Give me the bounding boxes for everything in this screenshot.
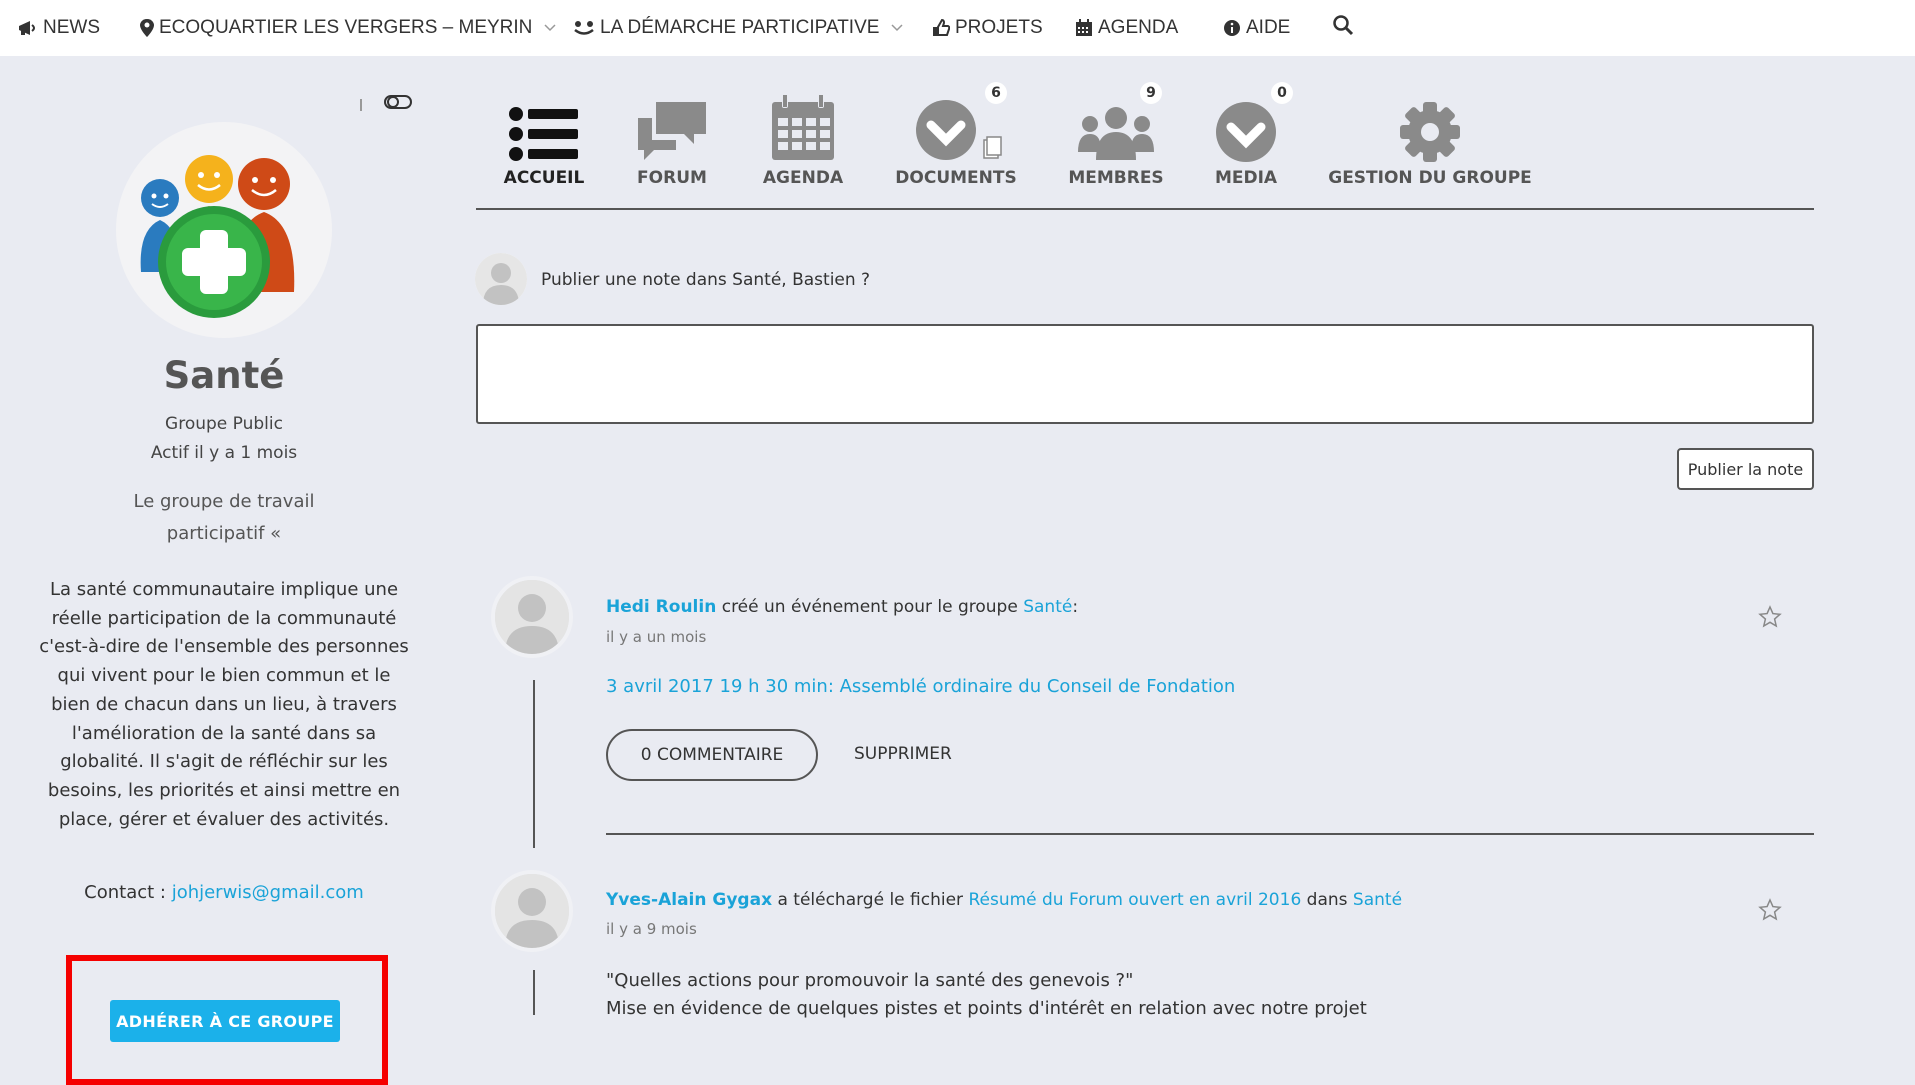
toggle-icon[interactable] (384, 94, 412, 114)
nav-ecoquartier-label: ECOQUARTIER LES VERGERS – MEYRIN (159, 17, 533, 38)
group-last-active: Actif il y a 1 mois (150, 443, 298, 463)
activity-header: Yves-Alain Gygax a téléchargé le fichier… (606, 890, 1402, 910)
health-group-logo-icon (140, 155, 295, 318)
tab-agenda-label: AGENDA (762, 168, 844, 188)
chevron-down-icon (544, 24, 556, 32)
activity-timestamp: il y a un mois (606, 628, 707, 646)
nav-agenda-label: AGENDA (1098, 17, 1179, 38)
nav-news-label: NEWS (43, 17, 100, 38)
activity-content-line: "Quelles actions pour promouvoir la sant… (606, 970, 1134, 991)
nav-projets[interactable]: PROJETS (932, 17, 1043, 39)
chevron-down-icon (891, 24, 903, 32)
favorite-star-icon[interactable] (1758, 605, 1782, 633)
favorite-star-icon[interactable] (1758, 898, 1782, 926)
tab-media[interactable]: 0 MEDIA (1208, 78, 1293, 188)
tabs-divider (476, 208, 1814, 210)
nav-aide-label: AIDE (1246, 17, 1291, 38)
activity-user-avatar[interactable] (491, 870, 573, 952)
calendar-icon (770, 78, 836, 162)
calendar-icon (1075, 19, 1093, 37)
tab-documents-label: DOCUMENTS (895, 168, 1017, 188)
group-type: Groupe Public (165, 414, 283, 434)
activity-timestamp: il y a 9 mois (606, 920, 697, 938)
list-icon (508, 78, 580, 162)
nav-ecoquartier[interactable]: ECOQUARTIER LES VERGERS – MEYRIN (140, 17, 556, 39)
tab-accueil-label: ACCUEIL (503, 168, 585, 188)
members-icon: 9 (1076, 78, 1162, 162)
tab-gestion[interactable]: GESTION DU GROUPE (1328, 78, 1532, 188)
tab-gestion-label: GESTION DU GROUPE (1328, 168, 1532, 188)
group-avatar (116, 122, 332, 338)
tab-forum-label: FORUM (637, 168, 707, 188)
activity-content-line: Mise en évidence de quelques pistes et p… (606, 998, 1367, 1019)
activity-in-text: dans (1301, 890, 1353, 910)
search-icon (1332, 14, 1354, 42)
activity-timeline-line (533, 970, 535, 1015)
delete-button[interactable]: SUPPRIMER (854, 744, 952, 764)
tab-membres[interactable]: 9 MEMBRES (1068, 78, 1164, 188)
divider (360, 99, 362, 111)
join-group-button[interactable]: ADHÉRER À CE GROUPE (110, 1000, 340, 1042)
event-link[interactable]: 3 avril 2017 19 h 30 min: Assemblé ordin… (606, 676, 1235, 697)
activity-user-link[interactable]: Hedi Roulin (606, 597, 716, 617)
tab-membres-label: MEMBRES (1068, 168, 1164, 188)
nav-news[interactable]: NEWS (18, 17, 100, 39)
group-sidebar: Santé Groupe Public Actif il y a 1 mois … (0, 56, 460, 1085)
activity-header: Hedi Roulin créé un événement pour le gr… (606, 597, 1078, 617)
activity-action-text: a téléchargé le fichier (772, 890, 969, 910)
group-description: La santé communautaire implique une réel… (39, 579, 409, 830)
group-name: Santé (163, 354, 285, 397)
activity-user-link[interactable]: Yves-Alain Gygax (606, 890, 772, 910)
map-marker-icon (140, 19, 154, 37)
top-navigation: NEWS ECOQUARTIER LES VERGERS – MEYRIN LA… (0, 0, 1915, 56)
thumbs-up-icon (932, 19, 950, 37)
publish-note-button[interactable]: Publier la note (1677, 448, 1814, 490)
tab-forum[interactable]: FORUM (630, 78, 714, 188)
user-placeholder-icon (495, 874, 569, 948)
info-icon (1223, 19, 1241, 37)
chat-bubbles-icon (636, 78, 708, 162)
activity-divider (606, 833, 1814, 835)
contact-email-link[interactable]: johjerwis@gmail.com (172, 882, 364, 903)
megaphone-icon (18, 20, 38, 36)
nav-agenda[interactable]: AGENDA (1075, 17, 1178, 39)
group-contact: Contact : johjerwis@gmail.com (0, 882, 448, 903)
activity-action-text: créé un événement pour le groupe (716, 597, 1024, 617)
tab-media-label: MEDIA (1214, 168, 1278, 188)
activity-suffix: : (1072, 597, 1079, 617)
documents-count-badge: 6 (985, 82, 1007, 104)
tab-documents[interactable]: 6 DOCUMENTS (895, 78, 1017, 188)
nav-demarche-label: LA DÉMARCHE PARTICIPATIVE (600, 17, 880, 38)
activity-file-link[interactable]: Résumé du Forum ouvert en avril 2016 (968, 890, 1301, 910)
tab-agenda[interactable]: AGENDA (760, 78, 846, 188)
activity-group-link[interactable]: Santé (1023, 597, 1072, 617)
activity-timeline-line (533, 680, 535, 848)
nav-aide[interactable]: AIDE (1223, 17, 1290, 39)
nav-projets-label: PROJETS (955, 17, 1043, 38)
post-prompt: Publier une note dans Santé, Bastien ? (541, 270, 871, 290)
current-user-avatar (475, 253, 527, 305)
people-icon (573, 20, 595, 36)
activity-user-avatar[interactable] (491, 576, 573, 658)
nav-demarche[interactable]: LA DÉMARCHE PARTICIPATIVE (573, 17, 903, 39)
media-icon: 0 (1213, 78, 1293, 162)
members-count-badge: 9 (1140, 82, 1162, 104)
tab-accueil[interactable]: ACCUEIL (502, 78, 586, 188)
user-placeholder-icon (495, 580, 569, 654)
activity-group-link[interactable]: Santé (1353, 890, 1402, 910)
comment-button[interactable]: 0 COMMENTAIRE (606, 729, 818, 781)
contact-label: Contact : (84, 882, 172, 903)
documents-icon: 6 (906, 78, 1007, 162)
gear-icon (1398, 78, 1462, 162)
note-textarea[interactable] (476, 324, 1814, 424)
user-placeholder-icon (475, 253, 527, 305)
group-tagline: Le groupe de travail participatif « (133, 491, 315, 544)
search-button[interactable] (1332, 14, 1354, 42)
media-count-badge: 0 (1271, 82, 1293, 104)
